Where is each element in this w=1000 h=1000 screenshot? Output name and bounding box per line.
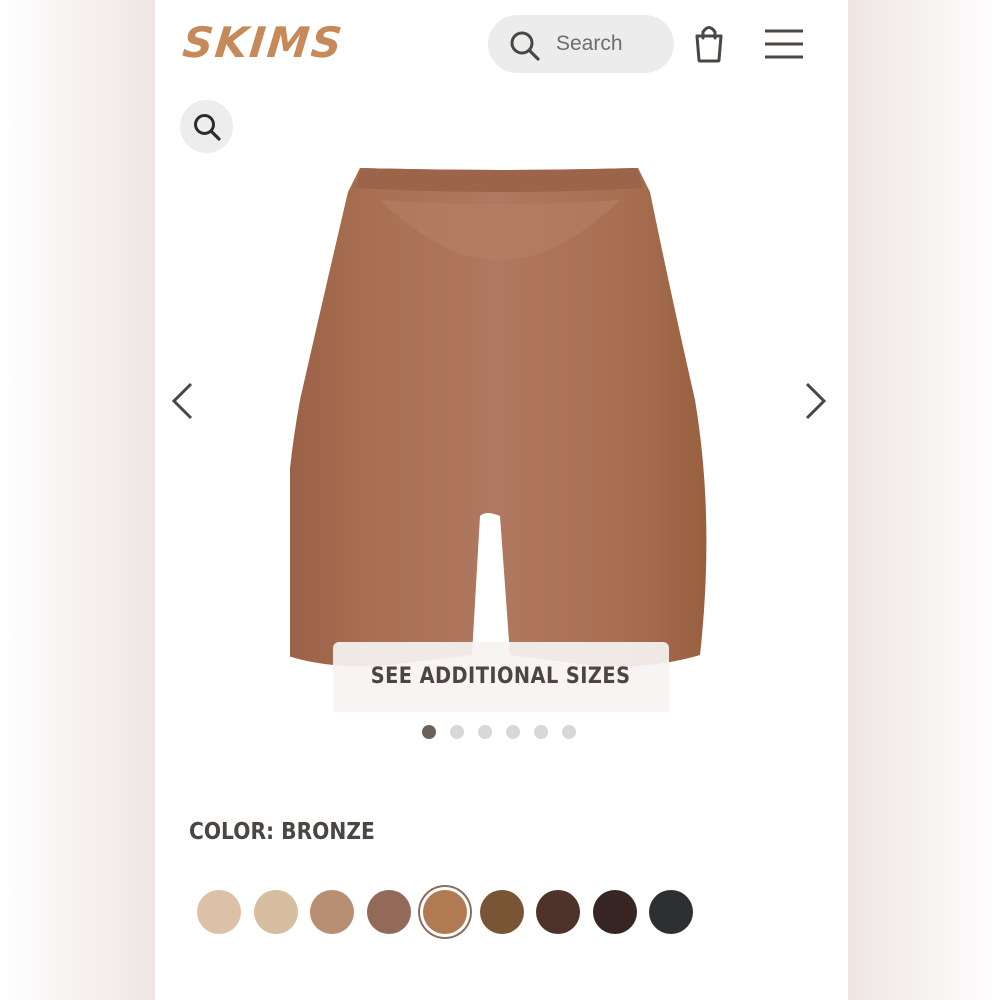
swatch-9[interactable]: [649, 890, 693, 934]
zoom-search-icon: [194, 114, 221, 141]
see-additional-sizes-button[interactable]: SEE ADDITIONAL SIZES: [333, 642, 669, 712]
brand-logo[interactable]: SKIMS: [180, 18, 346, 67]
pagination-dot[interactable]: [562, 725, 576, 739]
swatch-3[interactable]: [310, 890, 354, 934]
chevron-left-icon[interactable]: [169, 380, 195, 427]
pagination-dot[interactable]: [534, 725, 548, 739]
product-image[interactable]: [290, 160, 710, 680]
swatch-8[interactable]: [592, 890, 637, 934]
search-placeholder: Search: [556, 32, 623, 55]
pagination-dot[interactable]: [450, 725, 464, 739]
swatch-6[interactable]: [479, 890, 524, 934]
swatch-7[interactable]: [536, 890, 580, 934]
swatch-2[interactable]: [253, 890, 298, 934]
image-pagination: [422, 725, 590, 739]
swatch-bronze[interactable]: [423, 890, 467, 934]
hamburger-menu-icon[interactable]: [765, 28, 805, 65]
background-left: [0, 0, 155, 1000]
pagination-dot[interactable]: [478, 725, 492, 739]
color-label: COLOR: BRONZE: [189, 819, 375, 845]
chevron-right-icon[interactable]: [803, 380, 829, 427]
swatch-1[interactable]: [197, 890, 241, 934]
shopping-bag-icon[interactable]: [693, 24, 725, 69]
product-page: SKIMS Search SEE ADDITIONAL SIZES COLOR:…: [155, 0, 848, 1000]
zoom-button[interactable]: [180, 100, 233, 153]
see-additional-sizes-label: SEE ADDITIONAL SIZES: [371, 664, 631, 689]
pagination-dot[interactable]: [422, 725, 436, 739]
swatch-4[interactable]: [366, 890, 411, 934]
search-input[interactable]: Search: [488, 15, 674, 73]
pagination-dot[interactable]: [506, 725, 520, 739]
search-icon: [508, 29, 542, 68]
background-right: [848, 0, 1000, 1000]
